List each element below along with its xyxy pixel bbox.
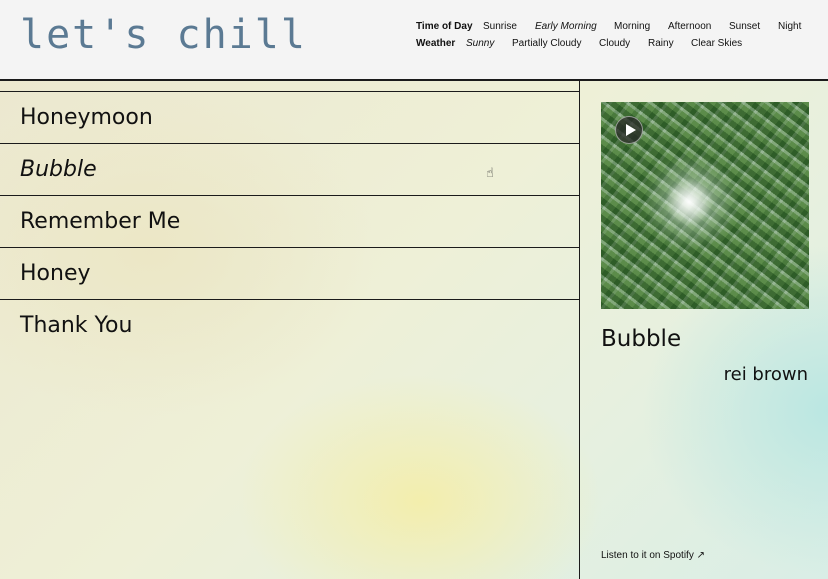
filter-option-early-morning[interactable]: Early Morning xyxy=(535,21,597,32)
play-icon[interactable] xyxy=(615,116,643,144)
song-item-honey[interactable]: Honey xyxy=(0,247,579,299)
filter-option-sunrise[interactable]: Sunrise xyxy=(483,21,517,32)
filter-option-morning[interactable]: Morning xyxy=(614,21,650,32)
filter-option-rainy[interactable]: Rainy xyxy=(648,38,674,49)
weather-title: Weather xyxy=(416,38,456,49)
time-of-day-title: Time of Day xyxy=(416,21,473,32)
song-item-honeymoon[interactable]: Honeymoon xyxy=(0,91,579,143)
filter-option-sunny[interactable]: Sunny xyxy=(466,38,494,49)
filter-option-afternoon[interactable]: Afternoon xyxy=(668,21,711,32)
filter-option-cloudy[interactable]: Cloudy xyxy=(599,38,630,49)
song-item-thank-you[interactable]: Thank You xyxy=(0,299,579,351)
song-item-remember-me[interactable]: Remember Me xyxy=(0,195,579,247)
album-cover[interactable] xyxy=(601,102,809,309)
hand-pointer-icon: ☝ xyxy=(486,166,494,181)
filter-option-sunset[interactable]: Sunset xyxy=(729,21,760,32)
now-playing-artist: rei brown xyxy=(723,364,808,385)
filter-option-partially-cloudy[interactable]: Partially Cloudy xyxy=(512,38,581,49)
app-logo[interactable]: let's chill xyxy=(20,12,307,58)
header: let's chill Time of Day Sunrise Early Mo… xyxy=(0,0,828,81)
filter-option-clear-skies[interactable]: Clear Skies xyxy=(691,38,742,49)
main-area: Honeymoon Bubble Remember Me Honey Thank… xyxy=(0,81,828,579)
filter-option-night[interactable]: Night xyxy=(778,21,801,32)
now-playing-title: Bubble xyxy=(601,326,682,352)
now-playing-panel: Bubble rei brown Listen to it on Spotify… xyxy=(580,81,828,579)
song-list: Honeymoon Bubble Remember Me Honey Thank… xyxy=(0,91,579,351)
spotify-link[interactable]: Listen to it on Spotify ↗ xyxy=(601,550,705,561)
